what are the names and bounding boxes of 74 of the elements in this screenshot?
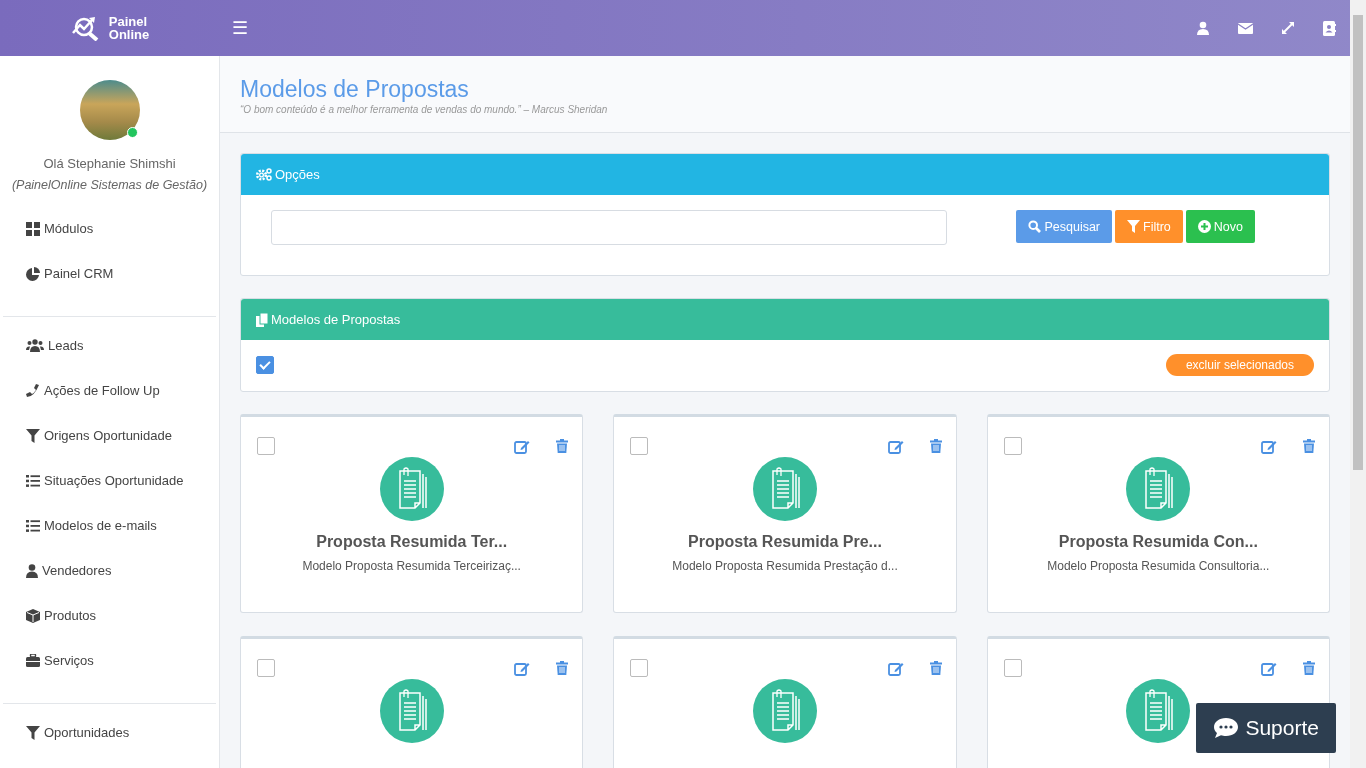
- sidebar-item[interactable]: Produtos: [0, 593, 219, 638]
- brand-name: Painel Online: [108, 15, 150, 41]
- trash-icon[interactable]: [556, 439, 569, 453]
- panel-title: Modelos de Propostas: [271, 312, 401, 327]
- document-icon: [379, 457, 444, 521]
- sidebar-item[interactable]: Ações de Follow Up: [0, 368, 219, 413]
- card-checkbox[interactable]: [257, 659, 275, 677]
- sidebar-item[interactable]: Serviços: [0, 638, 219, 683]
- sidebar-item[interactable]: Oportunidades: [0, 710, 219, 755]
- briefcase-icon: [26, 654, 40, 667]
- support-button[interactable]: Suporte: [1196, 703, 1336, 753]
- card-description: Modelo Proposta Resumida Prestação d...: [672, 559, 898, 573]
- user-icon[interactable]: [1196, 21, 1210, 35]
- chat-icon: [1213, 717, 1240, 739]
- plus-circle-icon: [1197, 220, 1211, 233]
- envelope-icon[interactable]: [1238, 22, 1253, 34]
- sidebar-item[interactable]: Modelos de e-mails: [0, 503, 219, 548]
- card-checkbox[interactable]: [257, 437, 275, 455]
- card-checkbox[interactable]: [630, 437, 649, 455]
- trash-icon[interactable]: [929, 439, 942, 453]
- expand-icon[interactable]: [1281, 21, 1295, 35]
- grid-icon: [26, 221, 40, 236]
- scrollbar[interactable]: [1350, 0, 1366, 768]
- edit-icon[interactable]: [1261, 438, 1277, 454]
- user-greeting: Olá Stephanie Shimshi: [43, 155, 176, 173]
- card-checkbox[interactable]: [1003, 659, 1022, 677]
- copy-icon: [256, 312, 268, 327]
- cube-icon: [26, 608, 40, 623]
- card-title: Proposta Resumida Ter...: [316, 533, 508, 551]
- search-icon: [1028, 220, 1042, 233]
- edit-icon[interactable]: [514, 438, 531, 454]
- card-title: Proposta Resumida Pre...: [688, 533, 882, 551]
- sidebar-item[interactable]: Situações Oportunidade: [0, 458, 219, 503]
- page-title: Modelos de Propostas: [240, 76, 470, 102]
- filter-icon: [26, 428, 40, 443]
- card-description: Modelo Proposta Resumida Consultoria...: [1047, 559, 1270, 573]
- gears-icon: [256, 168, 272, 181]
- document-icon: [1126, 457, 1191, 521]
- trash-icon[interactable]: [556, 661, 569, 675]
- sidebar-item[interactable]: Módulos: [0, 206, 219, 251]
- document-icon: [1126, 679, 1191, 743]
- card-description: Modelo Proposta Resumida Terceirizaç...: [302, 559, 521, 573]
- trash-icon[interactable]: [1303, 661, 1315, 675]
- sidebar-item[interactable]: Leads: [0, 323, 219, 368]
- trash-icon[interactable]: [929, 661, 942, 675]
- phone-icon: [26, 383, 40, 398]
- trash-icon[interactable]: [1303, 439, 1315, 453]
- document-icon: [753, 679, 817, 743]
- page-quote: “O bom conteúdo é a melhor ferramenta de vendas do mundo.” – Marcus Sheridan: [240, 104, 609, 115]
- menu-button[interactable]: ☰: [220, 17, 260, 39]
- card-checkbox[interactable]: [1003, 437, 1022, 455]
- contact-book-icon[interactable]: [1323, 20, 1336, 36]
- edit-icon[interactable]: [887, 660, 904, 676]
- users-icon: [26, 339, 44, 352]
- edit-icon[interactable]: [514, 660, 531, 676]
- document-icon: [379, 679, 444, 743]
- person-icon: [26, 563, 38, 578]
- edit-icon[interactable]: [887, 438, 904, 454]
- filter-icon: [1127, 220, 1141, 233]
- panel-title: Opções: [275, 167, 320, 182]
- filter-icon: [26, 725, 40, 740]
- card-checkbox[interactable]: [630, 659, 649, 677]
- list-icon: [26, 519, 40, 532]
- search-field[interactable]: [271, 210, 947, 245]
- document-icon: [753, 457, 817, 521]
- card-title: Proposta Resumida Con...: [1058, 533, 1258, 551]
- pie-chart-icon: [26, 266, 40, 281]
- sidebar-item[interactable]: Origens Oportunidade: [0, 413, 219, 458]
- sidebar-item[interactable]: Painel CRM: [0, 251, 219, 296]
- company-name: (PainelOnline Sistemas de Gestão): [11, 177, 208, 194]
- sidebar-item[interactable]: Vendedores: [0, 548, 219, 593]
- edit-icon[interactable]: [1261, 660, 1277, 676]
- select-all-checkbox[interactable]: [256, 356, 274, 374]
- list-icon: [26, 474, 40, 487]
